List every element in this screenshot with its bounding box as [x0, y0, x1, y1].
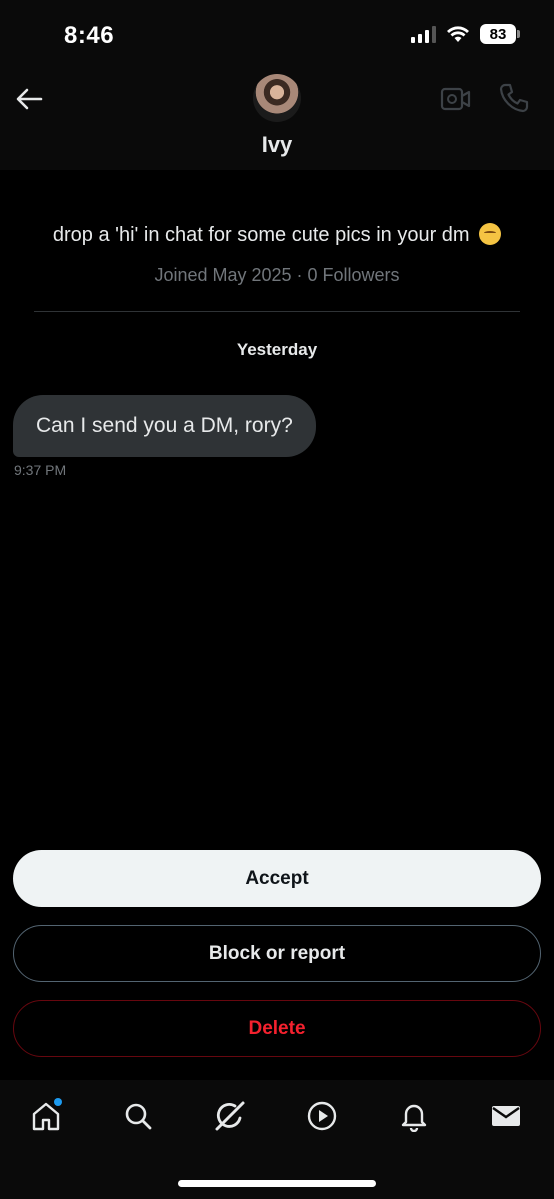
phone-icon [499, 83, 529, 113]
date-separator: Yesterday [236, 340, 318, 359]
bio-text: drop a 'hi' in chat for some cute pics i… [52, 224, 470, 246]
wifi-icon [447, 26, 469, 42]
contact-name[interactable]: Ivy [0, 132, 554, 158]
nav-home[interactable] [28, 1098, 64, 1134]
bell-icon [401, 1104, 427, 1132]
arrow-left-icon [16, 88, 43, 110]
conversation-header: Ivy [0, 60, 554, 170]
play-icon [307, 1101, 337, 1131]
block-or-report-button[interactable]: Block or report [13, 925, 541, 982]
video-camera-icon [440, 87, 471, 111]
accept-button[interactable]: Accept [13, 850, 541, 907]
nav-messages[interactable] [488, 1098, 524, 1134]
nav-grok[interactable] [212, 1098, 248, 1134]
status-time: 8:46 [64, 22, 115, 49]
cellular-signal-icon [411, 25, 436, 43]
nav-notifications[interactable] [396, 1098, 432, 1134]
home-notification-dot [54, 1098, 62, 1106]
nav-search[interactable] [120, 1098, 156, 1134]
avatar[interactable] [253, 74, 301, 122]
back-button[interactable] [12, 82, 46, 116]
delete-button[interactable]: Delete [13, 1000, 541, 1057]
divider [34, 311, 520, 312]
profile-bio: drop a 'hi' in chat for some cute pics i… [0, 223, 554, 247]
search-icon [125, 1103, 152, 1130]
kissing-cat-emoji-icon [479, 223, 502, 245]
nav-video[interactable] [304, 1098, 340, 1134]
message-timestamp: 9:37 PM [14, 462, 67, 478]
profile-meta: Joined May 2025 · 0 Followers [154, 265, 400, 285]
voice-call-button[interactable] [498, 82, 530, 114]
home-indicator [178, 1180, 376, 1187]
video-call-button[interactable] [440, 84, 472, 114]
message-bubble[interactable]: Can I send you a DM, rory? [13, 395, 316, 457]
status-bar: 8:46 83 [0, 0, 554, 60]
mail-icon [492, 1106, 520, 1126]
grok-icon [215, 1101, 245, 1131]
status-icons: 83 [411, 24, 520, 44]
battery-indicator: 83 [480, 24, 520, 44]
